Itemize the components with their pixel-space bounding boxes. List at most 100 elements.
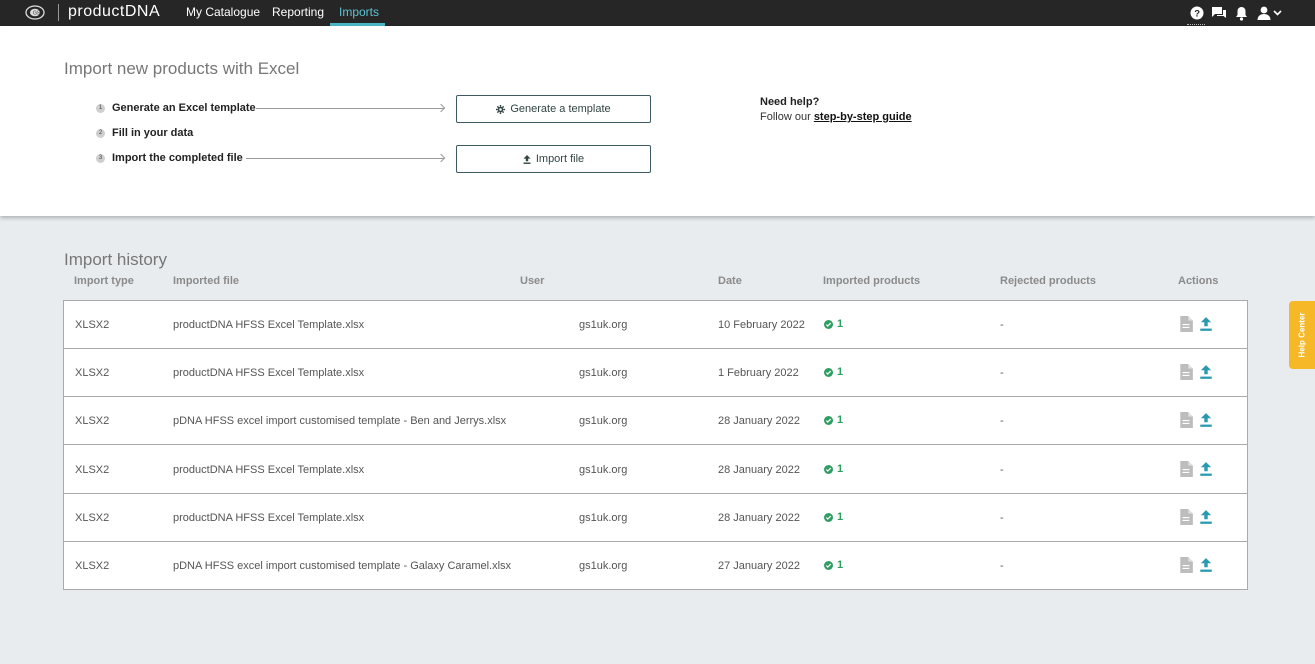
- date-cell: 28 January 2022: [718, 464, 800, 476]
- reimport-upload-icon[interactable]: [1199, 509, 1213, 525]
- import-type-cell: XLSX2: [75, 367, 110, 379]
- table-row: XLSX2 pDNA HFSS excel import customised t…: [64, 542, 1247, 590]
- import-type-cell: XLSX2: [75, 319, 110, 331]
- imported-products-cell: 1: [824, 559, 843, 571]
- table-row: XLSX2 pDNA HFSS excel import customised t…: [64, 397, 1247, 445]
- imported-count: 1: [837, 463, 844, 475]
- nav-my-catalogue[interactable]: My Catalogue: [186, 5, 260, 19]
- user-cell: gs1uk.org: [579, 512, 628, 524]
- gear-icon: [496, 104, 506, 114]
- step-1-arrow-head: [436, 103, 446, 113]
- col-imported-products: Imported products: [823, 275, 921, 287]
- col-import-type: Import type: [74, 275, 134, 287]
- nav-reporting[interactable]: Reporting: [272, 5, 324, 19]
- check-circle-icon: [824, 464, 833, 474]
- svg-text:GS1: GS1: [33, 11, 43, 17]
- col-user: User: [520, 275, 545, 287]
- rejected-products-cell: -: [1000, 367, 1004, 379]
- step-number-1: 1: [96, 104, 105, 113]
- help-text-prefix: Follow our: [760, 111, 811, 123]
- table-row: XLSX2 productDNA HFSS Excel Template.xlsx…: [64, 301, 1247, 349]
- rejected-products-cell: -: [1000, 464, 1004, 476]
- imported-file-cell: productDNA HFSS Excel Template.xlsx: [173, 512, 365, 524]
- chat-icon[interactable]: [1210, 4, 1227, 22]
- step-label-3: Import the completed file: [112, 152, 243, 164]
- svg-text:?: ?: [1194, 9, 1200, 20]
- imported-file-cell: productDNA HFSS Excel Template.xlsx: [173, 319, 365, 331]
- dotted-separator: [1187, 24, 1205, 25]
- import-type-cell: XLSX2: [75, 415, 110, 427]
- imported-file-cell: productDNA HFSS Excel Template.xlsx: [173, 464, 365, 476]
- import-type-cell: XLSX2: [75, 464, 110, 476]
- table-row: XLSX2 productDNA HFSS Excel Template.xlsx…: [64, 349, 1247, 397]
- imported-count: 1: [837, 511, 844, 523]
- help-text: Follow our step-by-step guide: [760, 111, 912, 123]
- import-panel-title: Import new products with Excel: [64, 59, 300, 78]
- help-title: Need help?: [760, 96, 820, 108]
- reimport-upload-icon[interactable]: [1199, 412, 1213, 428]
- help-icon[interactable]: ?: [1189, 4, 1204, 22]
- step-label-1: Generate an Excel template: [112, 102, 256, 114]
- date-cell: 1 February 2022: [718, 367, 799, 379]
- generate-template-label: Generate a template: [510, 103, 611, 115]
- imported-file-cell: pDNA HFSS excel import customised templa…: [173, 560, 512, 572]
- brand-name[interactable]: productDNA: [68, 3, 160, 21]
- file-details-icon[interactable]: [1179, 412, 1193, 428]
- check-circle-icon: [824, 560, 833, 570]
- imported-count: 1: [837, 318, 844, 330]
- file-details-icon[interactable]: [1179, 557, 1193, 573]
- rejected-products-cell: -: [1000, 560, 1004, 572]
- check-circle-icon: [824, 367, 833, 377]
- imported-file-cell: productDNA HFSS Excel Template.xlsx: [173, 367, 365, 379]
- import-type-cell: XLSX2: [75, 512, 110, 524]
- file-details-icon[interactable]: [1179, 316, 1193, 332]
- date-cell: 28 January 2022: [718, 512, 800, 524]
- user-cell: gs1uk.org: [579, 415, 628, 427]
- col-date: Date: [718, 275, 742, 287]
- rejected-products-cell: -: [1000, 415, 1004, 427]
- imported-products-cell: 1: [824, 414, 843, 426]
- generate-template-button[interactable]: Generate a template: [456, 95, 651, 123]
- step-label-2: Fill in your data: [112, 127, 194, 139]
- table-row: XLSX2 productDNA HFSS Excel Template.xlsx…: [64, 446, 1247, 494]
- import-file-label: Import file: [535, 153, 585, 165]
- user-cell: gs1uk.org: [579, 464, 628, 476]
- logo-separator: [58, 4, 59, 21]
- help-center-tab[interactable]: Help Center: [1289, 301, 1315, 369]
- date-cell: 10 February 2022: [718, 319, 805, 331]
- reimport-upload-icon[interactable]: [1199, 461, 1213, 477]
- gs1-logo-icon[interactable]: GS1: [25, 5, 46, 20]
- reimport-upload-icon[interactable]: [1199, 316, 1213, 332]
- imported-count: 1: [837, 559, 844, 571]
- step-3-arrow-head: [436, 153, 446, 163]
- table-row: XLSX2 productDNA HFSS Excel Template.xlsx…: [64, 494, 1247, 542]
- help-center-label: Help Center: [1297, 312, 1307, 358]
- reimport-upload-icon[interactable]: [1199, 557, 1213, 573]
- import-type-cell: XLSX2: [75, 560, 110, 572]
- import-panel: Import new products with Excel 1 Generat…: [0, 26, 1315, 216]
- user-cell: gs1uk.org: [579, 367, 628, 379]
- step-3-arrow: [246, 158, 444, 159]
- history-title: Import history: [64, 250, 167, 269]
- user-cell: gs1uk.org: [579, 319, 628, 331]
- rejected-products-cell: -: [1000, 319, 1004, 331]
- imported-count: 1: [837, 414, 844, 426]
- date-cell: 27 January 2022: [718, 560, 800, 572]
- nav-imports[interactable]: Imports: [339, 5, 379, 19]
- step-number-2: 2: [96, 129, 105, 138]
- step-by-step-guide-link[interactable]: step-by-step guide: [814, 111, 912, 123]
- file-details-icon[interactable]: [1179, 461, 1193, 477]
- reimport-upload-icon[interactable]: [1199, 364, 1213, 380]
- import-file-button[interactable]: Import file: [456, 145, 651, 173]
- import-history-table: XLSX2 productDNA HFSS Excel Template.xlsx…: [63, 300, 1248, 590]
- user-menu-icon[interactable]: [1256, 4, 1285, 22]
- imported-products-cell: 1: [824, 511, 843, 523]
- upload-icon: [523, 154, 531, 164]
- col-imported-file: Imported file: [173, 275, 240, 287]
- imported-file-cell: pDNA HFSS excel import customised templa…: [173, 415, 507, 427]
- file-details-icon[interactable]: [1179, 364, 1193, 380]
- imported-products-cell: 1: [824, 366, 843, 378]
- date-cell: 28 January 2022: [718, 415, 800, 427]
- bell-icon[interactable]: [1234, 4, 1249, 22]
- file-details-icon[interactable]: [1179, 509, 1193, 525]
